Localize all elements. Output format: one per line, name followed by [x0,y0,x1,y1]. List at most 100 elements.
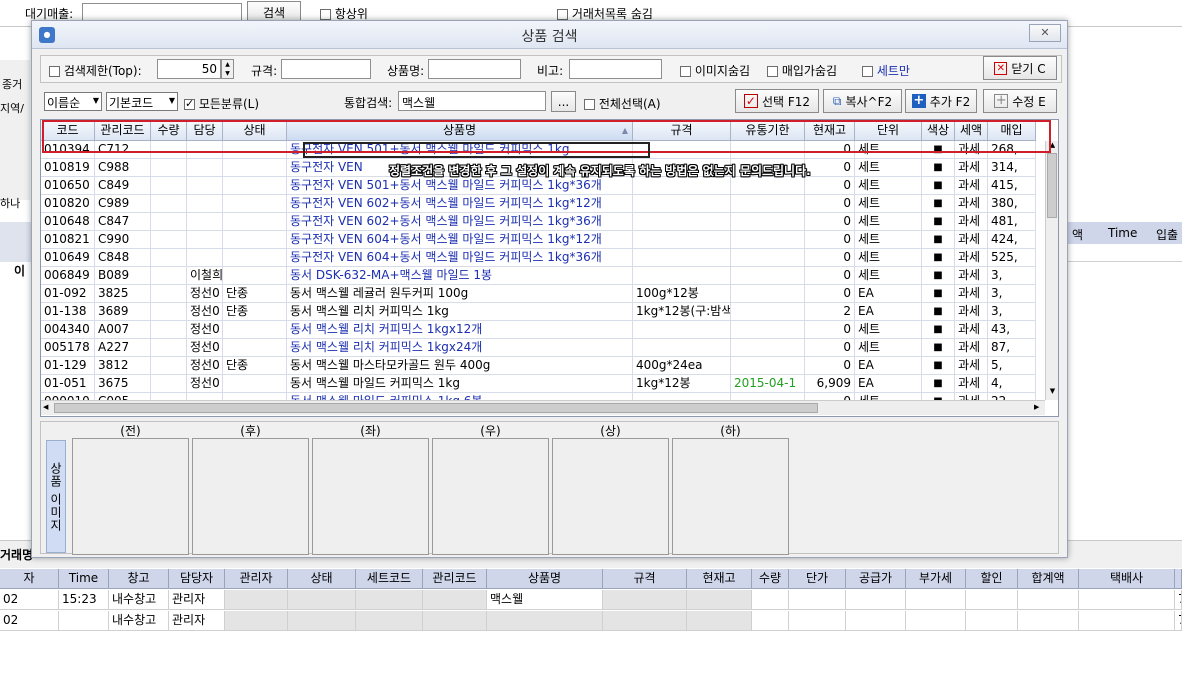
select-button[interactable]: ✓ 선택 F12 [735,89,819,113]
column-header[interactable]: 담당 [187,120,223,141]
tab-trade-statement[interactable]: 거래명 [0,546,33,563]
bottom-grid-cell[interactable] [356,590,423,610]
bottom-grid-cell[interactable]: 7 [1175,611,1182,631]
bottom-grid-cell[interactable] [603,590,687,610]
bottom-grid-cell[interactable] [225,590,288,610]
set-only-checkbox[interactable]: 세트만 [862,62,910,79]
scroll-right-icon[interactable]: ▶ [1034,403,1039,411]
hide-purchase-price-checkbox[interactable]: 매입가숨김 [767,62,837,79]
bottom-grid-cell[interactable] [752,590,789,610]
bottom-grid-cell[interactable] [846,590,906,610]
bottom-grid-cell[interactable] [906,590,966,610]
table-row[interactable]: 01-129 3812 정선0 단종 동서 맥스웰 마스타모카골드 원두 400g 400… [41,357,1046,375]
bottom-grid-cell[interactable] [1079,590,1175,610]
bottom-grid-cell[interactable] [752,611,789,631]
table-row[interactable]: 010649 C848 동구전자 VEN 604+동서 맥스웰 마일드 커피믹스 1… [41,249,1046,267]
code-type-select[interactable]: 기본코드 [106,92,178,111]
close-dialog-button[interactable]: ✕ 닫기 C [983,56,1057,80]
column-header[interactable]: 수량 [151,120,187,141]
column-header[interactable]: 매입 [988,120,1036,141]
table-row[interactable]: 01-051 3675 정선0 동서 맥스웰 마일드 커피믹스 1kg 1kg*12봉 2… [41,375,1046,393]
bottom-grid-cell[interactable] [225,611,288,631]
sort-order-select[interactable]: 이름순 [44,92,102,111]
h-scroll-thumb[interactable] [54,403,818,413]
column-header[interactable]: 규격 [633,120,731,141]
bottom-grid-cell[interactable] [487,611,603,631]
table-row[interactable]: 005178 A227 정선0 동서 맥스웰 리치 커피믹스 1kgx24개 0 세트 ■ 과… [41,339,1046,357]
bottom-grid-cell[interactable] [687,611,752,631]
table-row[interactable]: 010394 C712 동구전자 VEN 501+동서 맥스웰 마일드 커피믹스 1… [41,141,1046,159]
vertical-scrollbar[interactable]: ▲ ▼ [1045,141,1058,400]
column-header[interactable]: 현재고 [805,120,855,141]
search-limit-input[interactable]: 50 [157,59,221,79]
column-header[interactable]: 코드 [41,120,95,141]
image-slot[interactable] [192,438,309,555]
image-slot[interactable] [312,438,429,555]
bottom-grid-cell[interactable] [423,611,487,631]
note-input[interactable] [569,59,662,79]
bottom-grid-cell[interactable] [789,611,846,631]
hide-image-checkbox[interactable]: 이미지숨김 [680,62,750,79]
column-header[interactable]: 관리코드 [95,120,151,141]
bottom-grid-cell[interactable]: 관리자 [169,611,225,631]
bottom-grid-cell[interactable] [789,590,846,610]
table-row[interactable]: 010821 C990 동구전자 VEN 604+동서 맥스웰 마일드 커피믹스 1… [41,231,1046,249]
select-all-checkbox[interactable]: 전체선택(A) [584,95,661,112]
table-row[interactable]: 010820 C989 동구전자 VEN 602+동서 맥스웰 마일드 커피믹스 1… [41,195,1046,213]
table-row[interactable]: 01-092 3825 정선0 단종 동서 맥스웰 레귤러 원두커피 100g 100g*… [41,285,1046,303]
edit-button[interactable]: + 수정 E [983,89,1057,113]
column-header[interactable]: 색상 [922,120,955,141]
add-button[interactable]: + 추가 F2 [905,89,977,113]
image-slot[interactable] [672,438,789,555]
copy-button[interactable]: ⧉ 복사^F2 [823,89,902,113]
table-row[interactable]: 010650 C849 동구전자 VEN 501+동서 맥스웰 마일드 커피믹스 1… [41,177,1046,195]
bottom-grid-cell[interactable] [356,611,423,631]
bottom-grid-cell[interactable] [966,590,1018,610]
bottom-grid-cell[interactable] [423,590,487,610]
dialog-titlebar[interactable]: ● 상품 검색 ✕ [32,21,1067,49]
bottom-grid-cell[interactable]: 15:23 [59,590,109,610]
scroll-thumb[interactable] [1047,153,1057,218]
bottom-grid-cell[interactable]: 02 [0,611,59,631]
scroll-down-icon[interactable]: ▼ [1047,387,1058,397]
column-header[interactable]: 단위 [855,120,922,141]
bottom-grid-cell[interactable]: 7 [1175,590,1182,610]
spec-input[interactable] [281,59,371,79]
column-header[interactable]: 상품명 ▲ [287,120,633,141]
bottom-grid-cell[interactable] [966,611,1018,631]
bottom-grid-cell[interactable] [603,611,687,631]
spinner-icon[interactable]: ▲ ▼ [221,59,234,79]
product-name-input[interactable] [428,59,521,79]
table-row[interactable]: 006849 B089 이철희 동서 DSK-632-MA+맥스웰 마일드 1봉 0 세트… [41,267,1046,285]
unified-search-input[interactable]: 맥스웰 [398,91,546,111]
bottom-grid-cell[interactable]: 맥스웰 [487,590,603,610]
table-row[interactable]: 01-138 3689 정선0 단종 동서 맥스웰 리치 커피믹스 1kg 1kg*12봉… [41,303,1046,321]
bottom-grid-cell[interactable] [1018,611,1079,631]
bottom-grid-cell[interactable] [1079,611,1175,631]
table-row[interactable]: 010648 C847 동구전자 VEN 602+동서 맥스웰 마일드 커피믹스 1… [41,213,1046,231]
scroll-left-icon[interactable]: ◀ [43,403,48,411]
bottom-grid-cell[interactable] [906,611,966,631]
table-row[interactable]: 004340 A007 정선0 동서 맥스웰 리치 커피믹스 1kgx12개 0 세트 ■ 과… [41,321,1046,339]
bottom-grid-cell[interactable] [288,611,356,631]
bottom-grid-cell[interactable]: 관리자 [169,590,225,610]
table-row[interactable]: 000010C005 동서 맥스웰 마일드 커피믹스 1kg 6봉 0세트■과세22… [41,393,1046,400]
bottom-grid-cell[interactable]: 02 [0,590,59,610]
bottom-grid-cell[interactable]: 내수창고 [109,611,169,631]
close-icon[interactable]: ✕ [1029,24,1061,42]
search-limit-checkbox[interactable]: 검색제한(Top): [49,62,142,79]
bottom-grid-cell[interactable] [59,611,109,631]
column-header[interactable]: 상태 [223,120,287,141]
column-header[interactable]: 유통기한 [731,120,805,141]
bottom-grid-cell[interactable] [1018,590,1079,610]
image-slot[interactable] [432,438,549,555]
scroll-up-icon[interactable]: ▲ [1047,141,1058,151]
bottom-grid-cell[interactable]: 내수창고 [109,590,169,610]
image-slot[interactable] [552,438,669,555]
bottom-grid-cell[interactable] [288,590,356,610]
all-categories-checkbox[interactable]: 모든분류(L) [184,95,259,112]
bottom-grid-cell[interactable] [687,590,752,610]
bottom-grid-cell[interactable] [846,611,906,631]
column-header[interactable]: 세액 [955,120,988,141]
browse-button[interactable]: ... [551,91,576,112]
